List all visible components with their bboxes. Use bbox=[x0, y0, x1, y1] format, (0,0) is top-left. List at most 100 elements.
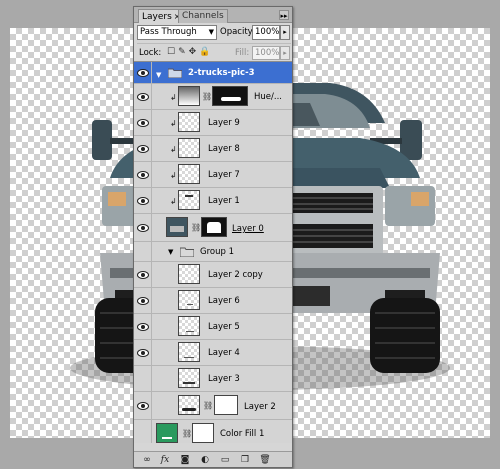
blend-mode-select[interactable]: Pass Through ▼ bbox=[137, 25, 217, 40]
layer-list: ▼ 2-trucks-pic-3 ↲ ⛓ Hue/... ↲ Layer 9 ↲… bbox=[134, 61, 292, 443]
expand-arrow-icon[interactable]: ▼ bbox=[156, 71, 161, 79]
visibility-toggle[interactable] bbox=[134, 214, 152, 241]
layer-row-layer-9[interactable]: ↲ Layer 9 bbox=[134, 110, 292, 136]
layer-thumbnail[interactable] bbox=[178, 342, 200, 362]
layer-name: Layer 8 bbox=[208, 144, 240, 154]
chain-link-icon[interactable]: ⛓ bbox=[203, 401, 213, 410]
layer-thumbnail[interactable] bbox=[178, 368, 200, 388]
clip-arrow-icon: ↲ bbox=[170, 171, 177, 180]
lock-row: Lock: ☐✎✥🔒 Fill: 100% ▸ bbox=[137, 43, 291, 60]
expand-arrow-icon[interactable]: ▼ bbox=[168, 248, 173, 256]
layer-row-layer-2-copy[interactable]: Layer 2 copy bbox=[134, 262, 292, 288]
layer-row-layer-3[interactable]: Layer 3 bbox=[134, 366, 292, 392]
clip-arrow-icon: ↲ bbox=[170, 93, 177, 102]
visibility-toggle[interactable] bbox=[134, 262, 152, 287]
mask-thumbnail[interactable] bbox=[214, 395, 238, 415]
layer-row-layer-4[interactable]: Layer 4 bbox=[134, 340, 292, 366]
layer-name: Hue/... bbox=[254, 92, 282, 102]
chain-link-icon[interactable]: ⛓ bbox=[191, 223, 201, 232]
lock-paint-icon[interactable]: ✎ bbox=[178, 47, 189, 57]
mask-thumbnail[interactable] bbox=[212, 86, 248, 106]
eye-icon bbox=[137, 196, 149, 205]
layer-thumbnail[interactable] bbox=[178, 264, 200, 284]
adjustment-icon[interactable]: ◐ bbox=[198, 454, 212, 466]
layer-thumbnail[interactable] bbox=[178, 164, 200, 184]
mask-thumbnail[interactable] bbox=[192, 423, 214, 443]
eye-icon bbox=[137, 92, 149, 101]
lock-icons[interactable]: ☐✎✥🔒 bbox=[167, 47, 213, 57]
panel-bottom-toolbar: ∞ fx ◙ ◐ ▭ ❐ 🗑 bbox=[134, 451, 292, 467]
layer-row-layer-7[interactable]: ↲ Layer 7 bbox=[134, 162, 292, 188]
layer-name: Layer 9 bbox=[208, 118, 240, 128]
layer-row-layer-5[interactable]: Layer 5 bbox=[134, 314, 292, 340]
lock-transparency-icon[interactable]: ☐ bbox=[167, 47, 178, 57]
layers-panel: Layers× Channels ▸▸ Pass Through ▼ Opaci… bbox=[133, 6, 293, 468]
tab-channels[interactable]: Channels bbox=[178, 9, 228, 23]
eye-icon bbox=[137, 348, 149, 357]
new-layer-icon[interactable]: ❐ bbox=[238, 454, 252, 466]
fill-input[interactable]: 100% bbox=[252, 46, 280, 60]
folder-icon[interactable]: ▭ bbox=[218, 454, 232, 466]
layer-row-layer-6[interactable]: Layer 6 bbox=[134, 288, 292, 314]
lock-all-icon[interactable]: 🔒 bbox=[199, 47, 213, 57]
layer-row-group-2-trucks[interactable]: ▼ 2-trucks-pic-3 bbox=[134, 62, 292, 84]
lock-label: Lock: bbox=[139, 48, 162, 58]
clip-arrow-icon: ↲ bbox=[170, 119, 177, 128]
chain-link-icon[interactable]: ⛓ bbox=[202, 92, 212, 101]
layer-thumbnail[interactable] bbox=[178, 316, 200, 336]
visibility-toggle[interactable] bbox=[134, 340, 152, 365]
visibility-toggle[interactable] bbox=[134, 420, 152, 443]
layer-thumbnail[interactable] bbox=[178, 138, 200, 158]
visibility-toggle[interactable] bbox=[134, 288, 152, 313]
layer-name: Layer 5 bbox=[208, 322, 240, 332]
layer-thumbnail[interactable] bbox=[178, 395, 200, 415]
panel-tabbar: Layers× Channels ▸▸ bbox=[134, 7, 292, 23]
layer-name: Layer 1 bbox=[208, 196, 240, 206]
layer-thumbnail[interactable] bbox=[166, 217, 188, 237]
eye-icon bbox=[137, 68, 149, 77]
visibility-toggle[interactable] bbox=[134, 392, 152, 419]
layer-row-layer-8[interactable]: ↲ Layer 8 bbox=[134, 136, 292, 162]
fill-label: Fill: bbox=[235, 48, 250, 58]
fill-arrow-icon[interactable]: ▸ bbox=[280, 46, 290, 60]
layer-thumbnail[interactable] bbox=[178, 112, 200, 132]
visibility-toggle[interactable] bbox=[134, 188, 152, 213]
layer-row-layer-0[interactable]: ⛓ Layer 0 bbox=[134, 214, 292, 242]
adjustment-thumbnail[interactable] bbox=[178, 86, 200, 106]
lock-move-icon[interactable]: ✥ bbox=[189, 47, 200, 57]
visibility-toggle[interactable] bbox=[134, 136, 152, 161]
eye-icon bbox=[137, 270, 149, 279]
layer-name: Layer 2 bbox=[244, 402, 276, 412]
layer-thumbnail[interactable] bbox=[178, 190, 200, 210]
visibility-toggle[interactable] bbox=[134, 62, 152, 83]
visibility-toggle[interactable] bbox=[134, 314, 152, 339]
chain-link-icon[interactable]: ⛓ bbox=[182, 429, 192, 438]
eye-icon bbox=[137, 223, 149, 232]
mask-thumbnail[interactable] bbox=[201, 217, 227, 237]
layer-row-layer-1[interactable]: ↲ Layer 1 bbox=[134, 188, 292, 214]
layer-row-layer-2[interactable]: ⛓ Layer 2 bbox=[134, 392, 292, 420]
fx-icon[interactable]: fx bbox=[158, 454, 172, 466]
tab-layers-label: Layers bbox=[142, 12, 172, 22]
layer-thumbnail[interactable] bbox=[178, 290, 200, 310]
panel-menu-icon[interactable]: ▸▸ bbox=[279, 10, 289, 20]
clip-arrow-icon: ↲ bbox=[170, 145, 177, 154]
trash-icon[interactable]: 🗑 bbox=[258, 454, 272, 466]
opacity-input[interactable]: 100% bbox=[252, 25, 280, 40]
visibility-toggle[interactable] bbox=[134, 110, 152, 135]
visibility-toggle[interactable] bbox=[134, 162, 152, 187]
blend-row: Pass Through ▼ Opacity: 100% ▸ bbox=[137, 25, 291, 41]
link-icon[interactable]: ∞ bbox=[140, 454, 154, 466]
visibility-toggle[interactable] bbox=[134, 84, 152, 109]
visibility-toggle[interactable] bbox=[134, 366, 152, 391]
opacity-arrow-icon[interactable]: ▸ bbox=[280, 25, 290, 40]
layer-row-color-fill-1[interactable]: ⛓ Color Fill 1 bbox=[134, 420, 292, 443]
color-fill-swatch[interactable] bbox=[156, 423, 178, 443]
layer-name: Layer 4 bbox=[208, 348, 240, 358]
eye-icon bbox=[137, 296, 149, 305]
mask-icon[interactable]: ◙ bbox=[178, 454, 192, 466]
layer-row-group-1[interactable]: ▼ Group 1 bbox=[134, 242, 292, 262]
layer-row-hue-adjustment[interactable]: ↲ ⛓ Hue/... bbox=[134, 84, 292, 110]
visibility-toggle[interactable] bbox=[134, 242, 152, 261]
layer-name: Layer 2 copy bbox=[208, 270, 263, 280]
